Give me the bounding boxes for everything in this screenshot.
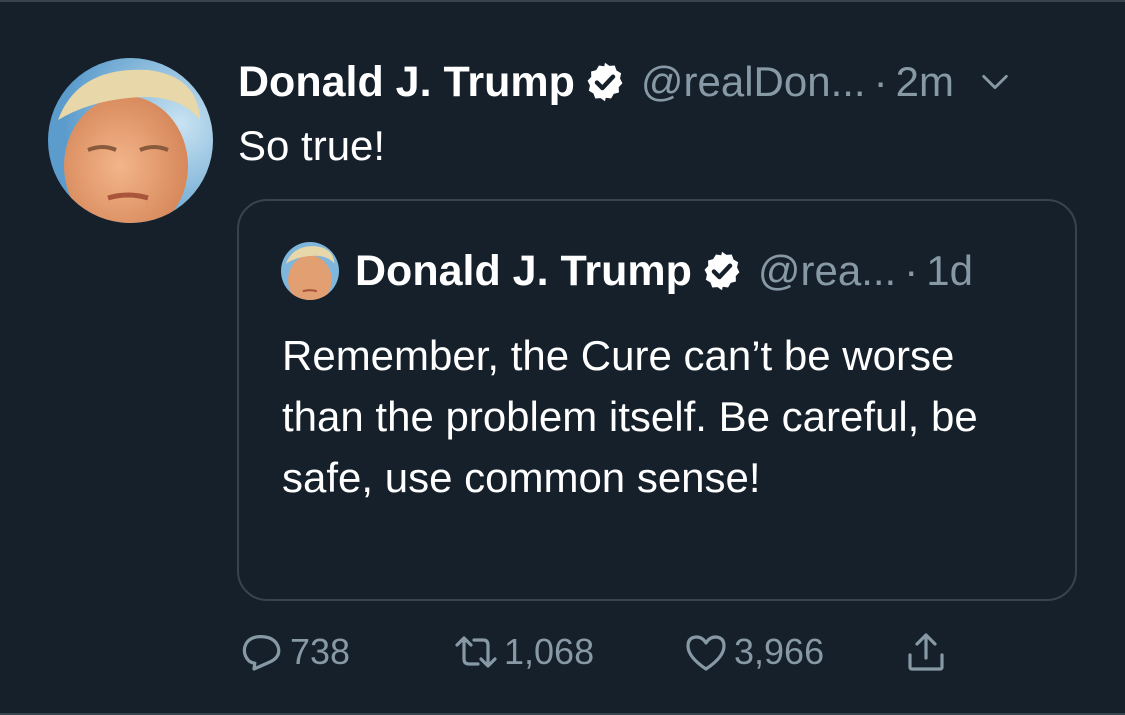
retweet-icon <box>455 636 497 668</box>
quoted-author-handle: @rea... <box>757 247 897 294</box>
quoted-tweet-header: Donald J. Trump @rea... · 1d <box>281 241 973 301</box>
separator-dot: · <box>904 247 919 294</box>
quoted-timestamp: 1d <box>926 247 973 294</box>
share-icon <box>908 633 944 671</box>
share-button[interactable] <box>902 622 950 682</box>
avatar-image <box>48 58 213 223</box>
quoted-author-avatar <box>281 242 339 300</box>
like-count: 3,966 <box>734 631 825 672</box>
verified-badge-icon <box>587 62 623 102</box>
retweet-button[interactable]: 1,068 <box>452 622 594 682</box>
chevron-down-icon[interactable] <box>978 65 1012 99</box>
verified-badge-icon <box>704 251 740 291</box>
tweet-actions: 738 1,068 3,966 <box>238 622 998 682</box>
separator-dot: · <box>873 58 888 105</box>
quoted-tweet[interactable]: Donald J. Trump @rea... · 1d Remember, t… <box>237 199 1077 601</box>
reply-icon <box>242 634 281 671</box>
reply-button[interactable]: 738 <box>238 622 350 682</box>
like-button[interactable]: 3,966 <box>682 622 824 682</box>
tweet-text: So true! <box>238 122 386 169</box>
quoted-author-name: Donald J. Trump <box>355 246 692 295</box>
tweet[interactable]: Donald J. Trump @realDon... · 2m So true… <box>0 0 1125 715</box>
author-avatar[interactable] <box>48 58 213 223</box>
reply-count: 738 <box>290 631 351 672</box>
quoted-tweet-text: Remember, the Cure can’t be worse than t… <box>282 332 978 501</box>
author-handle[interactable]: @realDon... <box>641 58 866 106</box>
tweet-header: Donald J. Trump @realDon... · 2m <box>238 54 1088 110</box>
avatar-image <box>281 242 339 300</box>
author-name[interactable]: Donald J. Trump <box>238 58 575 107</box>
retweet-count: 1,068 <box>504 631 595 672</box>
timestamp[interactable]: 2m <box>896 58 954 106</box>
heart-icon <box>686 635 726 671</box>
